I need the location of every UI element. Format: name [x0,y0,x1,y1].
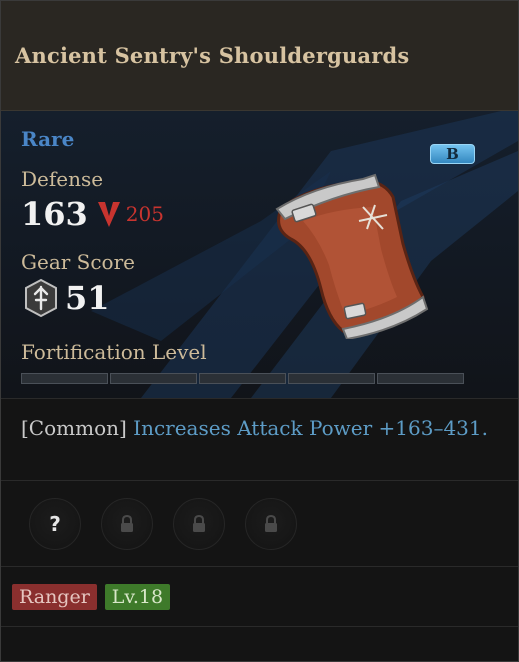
gear-score-label: Gear Score [21,250,135,274]
fortification-label: Fortification Level [21,340,207,364]
item-stats-panel: Rare B Defense 163 205 Gear Score 51 For… [1,111,518,399]
lock-icon [121,514,133,532]
lock-icon [265,514,277,532]
fortification-segment [110,373,197,384]
fortification-segment [199,373,286,384]
engraving-slots: ? [1,481,518,567]
question-icon: ? [49,511,61,536]
gear-score-row: 51 [23,278,110,318]
fortification-bar [21,373,466,384]
down-arrow-icon [97,202,120,227]
defense-value: 163 [21,195,88,233]
shoulderguard-icon [275,173,429,339]
defense-label: Defense [21,167,104,191]
gear-score-icon [25,278,57,318]
fortification-segment [377,373,464,384]
fortification-segment [288,373,375,384]
effect-text: Increases Attack Power +163–431. [133,416,488,440]
class-tag: Ranger [12,583,97,610]
slot-locked[interactable] [245,497,297,550]
slot-unknown[interactable]: ? [29,497,81,550]
item-effect: [Common] Increases Attack Power +163–431… [1,399,518,481]
item-tooltip: Ancient Sentry's Shoulderguards Rare B D… [0,0,519,662]
item-name: Ancient Sentry's Shoulderguards [15,43,410,68]
slot-locked[interactable] [173,497,225,550]
defense-row: 163 205 [21,195,164,233]
gear-score-value: 51 [65,279,110,317]
defense-compare-value: 205 [125,202,164,226]
tier-badge: B [430,144,475,164]
level-tag: Lv.18 [104,583,171,610]
requirement-tags: Ranger Lv.18 [1,567,518,627]
effect-tier: [Common] [21,416,127,440]
item-grade: Rare [21,127,75,151]
slot-locked[interactable] [101,497,153,550]
tooltip-header: Ancient Sentry's Shoulderguards [1,1,518,111]
fortification-segment [21,373,108,384]
lock-icon [193,514,205,532]
